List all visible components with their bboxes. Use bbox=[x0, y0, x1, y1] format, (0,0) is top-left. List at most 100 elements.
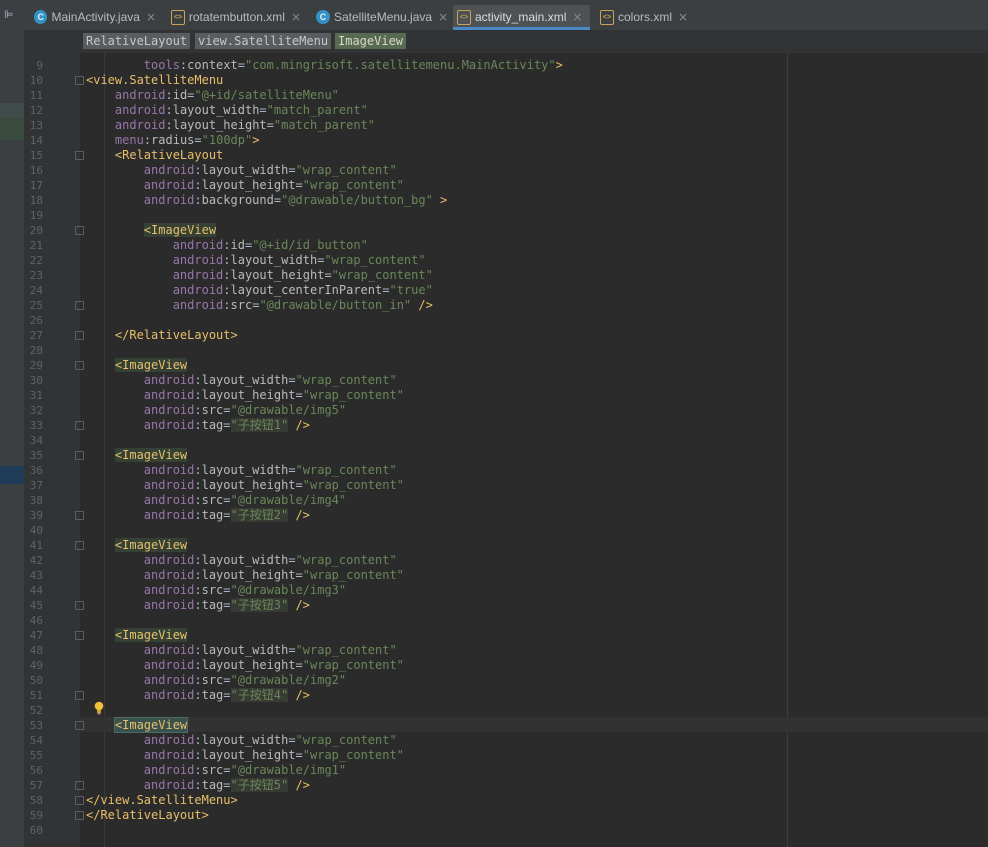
code-token: layout_width bbox=[172, 103, 260, 117]
tab-activity-main-xml[interactable]: <> activity_main.xml × bbox=[453, 5, 590, 30]
close-icon[interactable]: × bbox=[572, 10, 582, 24]
code-line[interactable]: android:layout_height="wrap_content" bbox=[86, 268, 433, 283]
code-line[interactable]: <view.SatelliteMenu bbox=[86, 73, 223, 88]
code-line[interactable]: android:layout_height="wrap_content" bbox=[86, 658, 404, 673]
fold-marker-icon[interactable] bbox=[75, 781, 84, 790]
code-line[interactable]: android:layout_width="wrap_content" bbox=[86, 253, 426, 268]
code-token: = bbox=[266, 118, 274, 132]
tab-mainactivity-java[interactable]: C MainActivity.java × bbox=[30, 5, 156, 29]
code-line[interactable]: android:layout_height="wrap_content" bbox=[86, 388, 404, 403]
code-line[interactable]: <ImageView bbox=[86, 358, 188, 373]
code-line[interactable]: </RelativeLayout> bbox=[86, 328, 238, 343]
code-line[interactable]: <ImageView bbox=[86, 448, 188, 463]
breadcrumb-imageview[interactable]: ImageView bbox=[335, 33, 407, 49]
fold-marker-icon[interactable] bbox=[75, 541, 84, 550]
code-line[interactable]: tools:context="com.mingrisoft.satellitem… bbox=[86, 58, 563, 73]
code-line[interactable]: android:src="@drawable/img2" bbox=[86, 673, 346, 688]
code-line[interactable]: android:src="@drawable/img1" bbox=[86, 763, 346, 778]
close-icon[interactable]: × bbox=[291, 10, 301, 24]
fold-marker-icon[interactable] bbox=[75, 721, 84, 730]
breadcrumb-satellitemenu[interactable]: view.SatelliteMenu bbox=[195, 33, 332, 49]
code-token: = bbox=[194, 133, 202, 147]
code-line[interactable]: <ImageView bbox=[86, 223, 217, 238]
code-line[interactable]: android:src="@drawable/img5" bbox=[86, 403, 346, 418]
code-line[interactable]: <RelativeLayout bbox=[86, 148, 223, 163]
fold-marker-icon[interactable] bbox=[75, 811, 84, 820]
code-line[interactable]: android:tag="子按钮3" /> bbox=[86, 598, 310, 613]
fold-marker-icon[interactable] bbox=[75, 226, 84, 235]
code-line[interactable]: <ImageView bbox=[86, 628, 188, 643]
line-number: 34 bbox=[29, 434, 43, 447]
code-line[interactable]: android:src="@drawable/button_in" /> bbox=[86, 298, 433, 313]
code-line[interactable]: android:src="@drawable/img3" bbox=[86, 583, 346, 598]
code-line[interactable]: android:layout_height="wrap_content" bbox=[86, 748, 404, 763]
code-line[interactable]: android:tag="子按钮4" /> bbox=[86, 688, 310, 703]
line-number: 16 bbox=[29, 164, 43, 177]
code-editor[interactable]: 9 tools:context="com.mingrisoft.satellit… bbox=[24, 53, 988, 847]
close-icon[interactable]: × bbox=[678, 10, 688, 24]
code-line[interactable]: android:layout_width="match_parent" bbox=[86, 103, 368, 118]
tab-rotatembutton-xml[interactable]: <> rotatembutton.xml × bbox=[167, 5, 301, 29]
code-token: layout_width bbox=[201, 553, 289, 567]
code-line[interactable]: menu:radius="100dp"> bbox=[86, 133, 260, 148]
code-token: = bbox=[223, 508, 231, 522]
code-token: menu bbox=[114, 133, 144, 147]
tab-label: rotatembutton.xml bbox=[188, 10, 285, 24]
close-icon[interactable]: × bbox=[146, 10, 156, 24]
code-token: layout_height bbox=[230, 268, 325, 282]
fold-marker-icon[interactable] bbox=[75, 451, 84, 460]
code-line[interactable]: android:tag="子按钮1" /> bbox=[86, 418, 310, 433]
code-token: "子按钮1" bbox=[230, 418, 289, 432]
code-line[interactable]: android:id="@+id/id_button" bbox=[86, 238, 368, 253]
code-line[interactable]: <ImageView bbox=[86, 717, 189, 733]
fold-marker-icon[interactable] bbox=[75, 601, 84, 610]
code-line[interactable]: android:layout_width="wrap_content" bbox=[86, 463, 397, 478]
breadcrumb-relativelayout[interactable]: RelativeLayout bbox=[83, 33, 191, 49]
code-line[interactable]: android:layout_width="wrap_content" bbox=[86, 553, 397, 568]
fold-marker-icon[interactable] bbox=[75, 76, 84, 85]
code-line[interactable]: android:layout_height="wrap_content" bbox=[86, 478, 404, 493]
code-line[interactable]: </view.SatelliteMenu> bbox=[86, 793, 238, 808]
fold-marker-icon[interactable] bbox=[75, 151, 84, 160]
fold-marker-icon[interactable] bbox=[75, 796, 84, 805]
code-line[interactable]: android:tag="子按钮5" /> bbox=[86, 778, 310, 793]
code-line[interactable]: android:layout_height="wrap_content" bbox=[86, 568, 404, 583]
code-line[interactable]: android:id="@+id/satelliteMenu" bbox=[86, 88, 339, 103]
code-line[interactable]: android:layout_width="wrap_content" bbox=[86, 733, 397, 748]
fold-marker-icon[interactable] bbox=[75, 361, 84, 370]
code-token: "@drawable/img5" bbox=[230, 403, 347, 417]
line-number: 59 bbox=[29, 809, 43, 822]
fold-marker-icon[interactable] bbox=[75, 511, 84, 520]
code-line[interactable]: android:layout_width="wrap_content" bbox=[86, 643, 397, 658]
code-token: android bbox=[172, 238, 224, 252]
line-number: 30 bbox=[29, 374, 43, 387]
code-line[interactable]: android:layout_height="wrap_content" bbox=[86, 178, 404, 193]
code-line[interactable]: android:layout_width="wrap_content" bbox=[86, 373, 397, 388]
code-token: layout_height bbox=[201, 568, 296, 582]
code-line[interactable]: android:layout_height="match_parent" bbox=[86, 118, 375, 133]
fold-marker-icon[interactable] bbox=[75, 301, 84, 310]
line-number: 40 bbox=[29, 524, 43, 537]
lightbulb-icon[interactable] bbox=[94, 701, 104, 715]
fold-marker-icon[interactable] bbox=[75, 421, 84, 430]
structure-icon[interactable]: ⊫ bbox=[4, 8, 14, 21]
code-line[interactable]: <ImageView bbox=[86, 538, 188, 553]
code-line[interactable]: </RelativeLayout> bbox=[86, 808, 209, 823]
tab-satellitemenu-java[interactable]: C SatelliteMenu.java × bbox=[312, 5, 452, 29]
fold-marker-icon[interactable] bbox=[75, 331, 84, 340]
line-number: 23 bbox=[29, 269, 43, 282]
close-icon[interactable]: × bbox=[438, 10, 448, 24]
code-token: : bbox=[194, 418, 202, 432]
fold-marker-icon[interactable] bbox=[75, 631, 84, 640]
code-token: android bbox=[143, 508, 195, 522]
code-token: tag bbox=[201, 688, 224, 702]
code-line[interactable]: android:layout_width="wrap_content" bbox=[86, 163, 397, 178]
code-line[interactable]: android:src="@drawable/img4" bbox=[86, 493, 346, 508]
fold-marker-icon[interactable] bbox=[75, 691, 84, 700]
code-line[interactable]: android:background="@drawable/button_bg"… bbox=[86, 193, 447, 208]
code-line[interactable]: android:layout_centerInParent="true" bbox=[86, 283, 433, 298]
tab-colors-xml[interactable]: <> colors.xml × bbox=[596, 5, 691, 29]
code-token: "wrap_content" bbox=[302, 568, 404, 582]
code-line[interactable]: android:tag="子按钮2" /> bbox=[86, 508, 310, 523]
